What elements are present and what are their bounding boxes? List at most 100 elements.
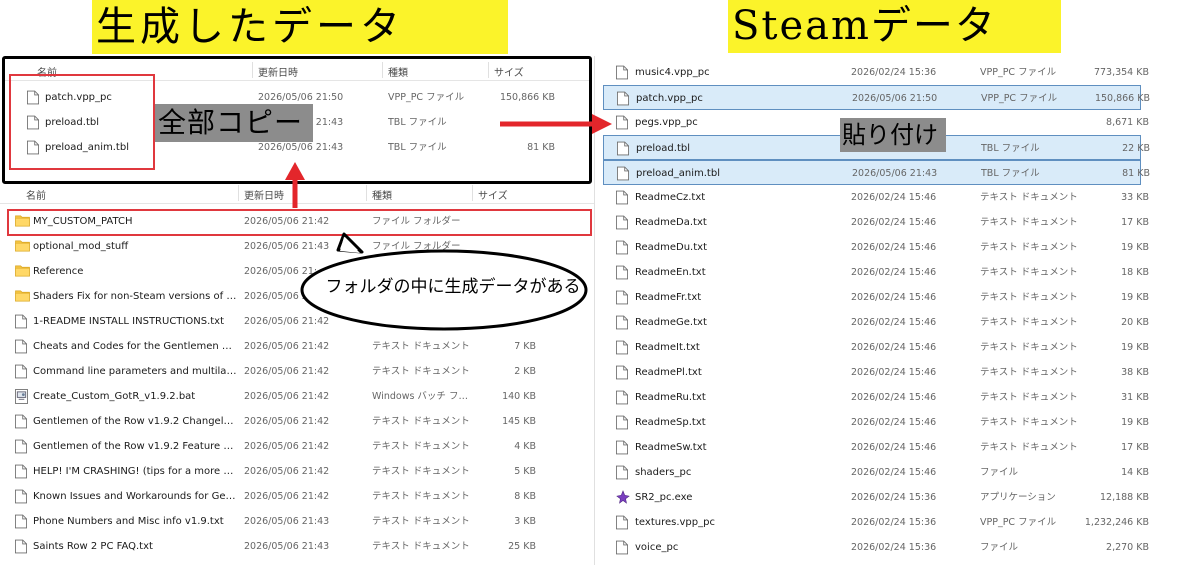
- file-row[interactable]: music4.vpp_pc 2026/02/24 15:36 VPP_PC ファイル…: [603, 60, 1149, 85]
- column-header: 名前 更新日時 種類 サイズ: [0, 182, 595, 204]
- file-size: 5 KB: [514, 466, 536, 477]
- file-name: patch.vpp_pc: [636, 93, 703, 104]
- file-row[interactable]: Phone Numbers and Misc info v1.9.txt 2026…: [0, 509, 595, 534]
- file-name: ReadmeCz.txt: [635, 192, 706, 203]
- file-size: 17 KB: [1121, 217, 1149, 228]
- app-icon: [616, 490, 630, 505]
- file-name: 1-README INSTALL INSTRUCTIONS.txt: [33, 316, 225, 327]
- file-row[interactable]: ReadmeEn.txt 2026/02/24 15:46 テキスト ドキュメント 1…: [603, 260, 1149, 285]
- column-date[interactable]: 更新日時: [244, 187, 284, 202]
- file-row[interactable]: Known Issues and Workarounds for Gentl..…: [0, 484, 595, 509]
- file-name: Saints Row 2 PC FAQ.txt: [33, 541, 153, 552]
- file-row[interactable]: SR2_pc.exe 2026/02/24 15:36 アプリケーション 12,188…: [603, 485, 1149, 510]
- file-size: 3 KB: [514, 516, 536, 527]
- file-date: 2026/05/06 21:42: [244, 341, 330, 352]
- file-date: 2026/05/06 21:43: [244, 516, 330, 527]
- file-size: 7 KB: [514, 341, 536, 352]
- file-size: 150,866 KB: [1094, 93, 1150, 104]
- file-name: ReadmeDu.txt: [635, 242, 707, 253]
- file-name: music4.vpp_pc: [635, 67, 710, 78]
- file-name: ReadmeGe.txt: [635, 317, 707, 328]
- file-row[interactable]: patch.vpp_pc 2026/05/06 21:50 VPP_PC ファイル 1…: [603, 85, 1150, 110]
- file-name: ReadmePl.txt: [635, 367, 702, 378]
- file-name: HELP! I'M CRASHING! (tips for a more sta…: [33, 466, 237, 477]
- file-size: 145 KB: [502, 416, 536, 427]
- file-date: 2026/02/24 15:46: [851, 267, 937, 278]
- file-date: 2026/02/24 15:46: [851, 242, 937, 253]
- copy-all-label: 全部コピー: [155, 104, 313, 142]
- file-row[interactable]: ReadmePl.txt 2026/02/24 15:46 テキスト ドキュメント 3…: [603, 360, 1149, 385]
- file-date: 2026/02/24 15:46: [851, 467, 937, 478]
- document-icon: [15, 339, 28, 354]
- file-size: 2,270 KB: [1106, 542, 1149, 553]
- document-icon: [617, 166, 630, 181]
- file-row[interactable]: Cheats and Codes for the Gentlemen of t.…: [0, 334, 595, 359]
- file-name: ReadmeSp.txt: [635, 417, 706, 428]
- file-date: 2026/02/24 15:36: [851, 517, 937, 528]
- file-size: 31 KB: [1121, 392, 1149, 403]
- file-size: 81 KB: [527, 142, 555, 153]
- file-row[interactable]: ReadmeFr.txt 2026/02/24 15:46 テキスト ドキュメント 1…: [603, 285, 1149, 310]
- document-icon: [15, 514, 28, 529]
- file-row[interactable]: preload_anim.tbl 2026/05/06 21:43 TBL ファイル…: [603, 160, 1150, 185]
- file-row[interactable]: Command line parameters and multilang...…: [0, 359, 595, 384]
- file-name: textures.vpp_pc: [635, 517, 715, 528]
- file-date: 2026/05/06 21:43: [244, 541, 330, 552]
- file-row[interactable]: ReadmeIt.txt 2026/02/24 15:46 テキスト ドキュメント 1…: [603, 335, 1149, 360]
- file-row[interactable]: ReadmeSp.txt 2026/02/24 15:46 テキスト ドキュメント 1…: [603, 410, 1149, 435]
- file-name: ReadmeSw.txt: [635, 442, 707, 453]
- file-name: ReadmeDa.txt: [635, 217, 707, 228]
- file-row[interactable]: ReadmeDu.txt 2026/02/24 15:46 テキスト ドキュメント 1…: [603, 235, 1149, 260]
- file-size: [475, 110, 555, 135]
- file-date: 2026/02/24 15:46: [851, 292, 937, 303]
- file-row[interactable]: voice_pc 2026/02/24 15:36 ファイル 2,270 KB: [603, 535, 1149, 560]
- file-name: ReadmeFr.txt: [635, 292, 702, 303]
- file-date: 2026/05/06 21:42: [244, 466, 330, 477]
- file-name: Cheats and Codes for the Gentlemen of t.…: [33, 341, 237, 352]
- popup-column-date[interactable]: 更新日時: [258, 64, 298, 79]
- file-row[interactable]: ReadmeDa.txt 2026/02/24 15:46 テキスト ドキュメント 1…: [603, 210, 1149, 235]
- file-size: 19 KB: [1121, 342, 1149, 353]
- popup-column-size[interactable]: サイズ: [494, 64, 524, 79]
- file-row[interactable]: ReadmeGe.txt 2026/02/24 15:46 テキスト ドキュメント 2…: [603, 310, 1149, 335]
- file-size: 20 KB: [1121, 317, 1149, 328]
- file-row[interactable]: shaders_pc 2026/02/24 15:46 ファイル 14 KB: [603, 460, 1149, 485]
- file-row[interactable]: textures.vpp_pc 2026/02/24 15:36 VPP_PC ファ…: [603, 510, 1149, 535]
- file-name: preload_anim.tbl: [636, 168, 720, 179]
- document-icon: [616, 265, 629, 280]
- file-row[interactable]: Gentlemen of the Row v1.9.2 Changelog.t.…: [0, 409, 595, 434]
- folder-icon: [15, 289, 30, 304]
- column-name[interactable]: 名前: [26, 187, 46, 202]
- document-icon: [616, 465, 629, 480]
- file-size: 1,232,246 KB: [1084, 517, 1149, 528]
- file-name: Shaders Fix for non-Steam versions of SR…: [33, 291, 237, 302]
- file-name: SR2_pc.exe: [635, 492, 693, 503]
- paste-label: 貼り付け: [840, 118, 946, 152]
- file-row[interactable]: ReadmeSw.txt 2026/02/24 15:46 テキスト ドキュメント 1…: [603, 435, 1149, 460]
- file-date: 2026/05/06 21:42: [244, 416, 330, 427]
- file-row[interactable]: HELP! I'M CRASHING! (tips for a more sta…: [0, 459, 595, 484]
- file-row[interactable]: Create_Custom_GotR_v1.9.2.bat 2026/05/06 …: [0, 384, 595, 409]
- popup-column-type[interactable]: 種類: [388, 64, 408, 79]
- file-name: voice_pc: [635, 542, 679, 553]
- document-icon: [15, 539, 28, 554]
- column-type[interactable]: 種類: [372, 187, 392, 202]
- file-row[interactable]: ReadmeCz.txt 2026/02/24 15:46 テキスト ドキュメント 3…: [603, 185, 1149, 210]
- file-row[interactable]: ReadmeRu.txt 2026/02/24 15:46 テキスト ドキュメント 3…: [603, 385, 1149, 410]
- file-row[interactable]: Gentlemen of the Row v1.9.2 Feature List…: [0, 434, 595, 459]
- document-icon: [616, 115, 629, 130]
- file-row[interactable]: Saints Row 2 PC FAQ.txt 2026/05/06 21:43 テ…: [0, 534, 595, 559]
- document-icon: [616, 215, 629, 230]
- file-name: ReadmeEn.txt: [635, 267, 706, 278]
- file-date: 2026/02/24 15:46: [851, 442, 937, 453]
- file-size: 25 KB: [508, 541, 536, 552]
- file-name: Gentlemen of the Row v1.9.2 Changelog.t.…: [33, 416, 237, 427]
- file-name: shaders_pc: [635, 467, 692, 478]
- file-name: ReadmeIt.txt: [635, 342, 700, 353]
- file-size: 8,671 KB: [1106, 117, 1149, 128]
- column-size[interactable]: サイズ: [478, 187, 508, 202]
- document-icon: [15, 414, 28, 429]
- document-icon: [617, 91, 630, 106]
- file-name: pegs.vpp_pc: [635, 117, 698, 128]
- folder-icon: [15, 239, 30, 254]
